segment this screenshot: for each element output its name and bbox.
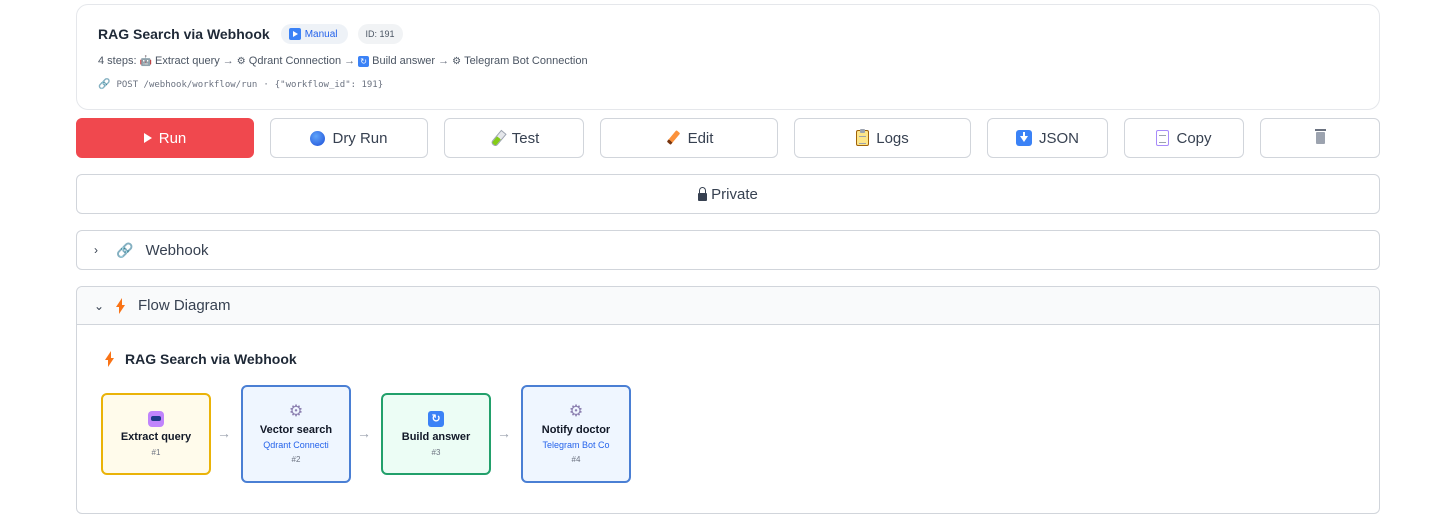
trash-icon: [1314, 129, 1326, 144]
lock-icon: [698, 186, 708, 201]
globe-icon: [310, 130, 326, 146]
gear-icon: ⚙: [236, 55, 246, 67]
arrow-icon: →: [438, 55, 450, 67]
webhook-section: › 🔗 Webhook: [76, 230, 1380, 270]
cycle-icon: ↻: [428, 411, 444, 427]
step-label: Telegram Bot Connection: [464, 55, 588, 67]
steps-summary: 4 steps: 🤖 Extract query → ⚙ Qdrant Conn…: [98, 55, 588, 67]
step-label: Build answer: [372, 55, 436, 67]
node-number: #1: [151, 448, 161, 457]
visibility-label: Private: [711, 185, 758, 203]
diagram-title-text: RAG Search via Webhook: [125, 351, 297, 367]
download-icon: [1015, 130, 1032, 146]
step-label: Qdrant Connection: [248, 55, 342, 67]
robot-icon: [148, 411, 164, 427]
workflow-title: RAG Search via Webhook: [98, 26, 270, 42]
arrow-icon: →: [344, 55, 356, 67]
logs-button-label: Logs: [876, 129, 909, 147]
node-connection: Qdrant Connecti: [263, 440, 329, 450]
webhook-section-header[interactable]: › 🔗 Webhook: [77, 231, 1379, 269]
document-icon: [1156, 130, 1170, 146]
copy-button-label: Copy: [1176, 129, 1212, 147]
diagram-title: RAG Search via Webhook: [105, 351, 297, 367]
delete-button[interactable]: [1260, 118, 1380, 158]
node-connection: Telegram Bot Co: [542, 440, 610, 450]
lightning-icon: [116, 297, 126, 314]
gear-icon: ⚙: [288, 403, 304, 420]
flow-node-vector-search[interactable]: ⚙ Vector search Qdrant Connecti #2: [241, 385, 351, 483]
flow-arrow: →: [497, 425, 511, 441]
trigger-badge-label: Manual: [304, 28, 338, 40]
chevron-right-icon: ›: [94, 243, 98, 257]
robot-icon: 🤖: [139, 55, 152, 67]
endpoint-info: 🔗 POST /webhook/workflow/run · {"workflo…: [98, 79, 383, 90]
chevron-down-icon: ⌄: [94, 298, 105, 313]
step-label: Extract query: [154, 55, 220, 67]
workflow-title-row: RAG Search via Webhook Manual ID: 191: [98, 24, 403, 44]
flow-node-notify-doctor[interactable]: ⚙ Notify doctor Telegram Bot Co #4: [521, 385, 631, 483]
node-number: #4: [571, 455, 581, 464]
node-title: Build answer: [401, 431, 471, 443]
play-icon: [143, 133, 152, 143]
webhook-section-label: Webhook: [145, 241, 209, 259]
endpoint-body: {"workflow_id": 191}: [274, 79, 384, 90]
logs-button[interactable]: Logs: [794, 118, 971, 158]
dry-run-button[interactable]: Dry Run: [270, 118, 428, 158]
node-title: Extract query: [120, 431, 192, 443]
gear-icon: ⚙: [452, 55, 462, 67]
copy-button[interactable]: Copy: [1124, 118, 1244, 158]
run-button[interactable]: Run: [76, 118, 254, 158]
cycle-icon: ↻: [358, 55, 370, 67]
gear-icon: ⚙: [568, 403, 584, 420]
arrow-icon: →: [222, 55, 234, 67]
play-icon: [288, 28, 301, 40]
endpoint-path: POST /webhook/workflow/run: [116, 79, 258, 90]
run-button-label: Run: [158, 129, 187, 147]
flow-diagram-label: Flow Diagram: [138, 297, 231, 314]
flow-arrow: →: [217, 425, 231, 441]
clipboard-icon: [856, 129, 870, 146]
edit-button[interactable]: Edit: [600, 118, 778, 158]
id-badge: ID: 191: [357, 24, 403, 44]
endpoint-separator: ·: [263, 79, 269, 90]
test-tube-icon: [489, 130, 505, 146]
flow-diagram-header[interactable]: ⌄ Flow Diagram: [77, 287, 1379, 325]
link-icon: 🔗: [116, 241, 134, 258]
json-button[interactable]: JSON: [987, 118, 1108, 158]
steps-count: 4 steps:: [98, 55, 137, 67]
workflow-card: RAG Search via Webhook Manual ID: 191 4 …: [76, 4, 1380, 110]
flow-diagram-section: ⌄ Flow Diagram RAG Search via Webhook Ex…: [76, 286, 1380, 514]
visibility-toggle[interactable]: Private: [76, 174, 1380, 214]
test-button[interactable]: Test: [444, 118, 584, 158]
link-icon: 🔗: [98, 79, 111, 90]
lightning-icon: [105, 351, 115, 367]
node-title: Notify doctor: [541, 424, 611, 436]
flow-node-build-answer[interactable]: ↻ Build answer #3: [381, 393, 491, 475]
node-title: Vector search: [259, 424, 333, 436]
dry-run-button-label: Dry Run: [332, 129, 388, 147]
trigger-badge: Manual: [280, 24, 348, 44]
test-button-label: Test: [511, 129, 540, 147]
flow-arrow: →: [357, 425, 371, 441]
json-button-label: JSON: [1038, 129, 1079, 147]
pencil-icon: [665, 130, 681, 146]
node-number: #2: [291, 455, 301, 464]
node-number: #3: [431, 448, 441, 457]
edit-button-label: Edit: [687, 129, 714, 147]
flow-node-extract-query[interactable]: Extract query #1: [101, 393, 211, 475]
